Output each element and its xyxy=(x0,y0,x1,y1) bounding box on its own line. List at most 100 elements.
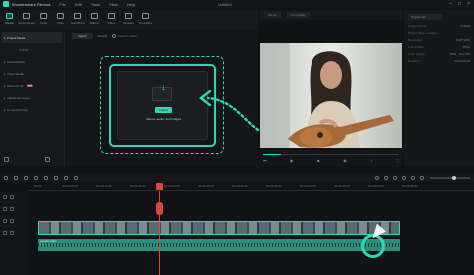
minimize-icon[interactable]: – xyxy=(449,1,452,7)
chevron-down-icon: ▾ xyxy=(4,35,6,40)
tab-project-info[interactable]: Project Info xyxy=(408,14,442,20)
color-icon[interactable] xyxy=(74,176,78,180)
chevron-right-icon: ▸ xyxy=(4,71,6,76)
ruler-tick: 00:00:20:00 xyxy=(164,184,180,188)
tab-transitions[interactable]: Transitions xyxy=(70,10,85,30)
record-voice-icon[interactable] xyxy=(393,176,397,180)
speaker-icon[interactable] xyxy=(10,231,14,235)
track-headers xyxy=(0,191,28,275)
menu-file[interactable]: File xyxy=(59,2,65,7)
menu-view[interactable]: View xyxy=(109,2,118,7)
tab-titles[interactable]: Titles xyxy=(53,10,68,30)
track-header-video xyxy=(0,203,28,215)
app-logo-icon xyxy=(3,1,9,7)
ruler-tick: 00:00:05:00 xyxy=(62,184,78,188)
sidebar-item-adjustment-layer[interactable]: ▸ Adjustment Layer xyxy=(2,92,62,103)
ruler-tick: 00:00:25:00 xyxy=(198,184,214,188)
prop-project-name: Project Name: Untitled xyxy=(408,24,470,28)
sidebar-item-compound-clip[interactable]: ▸ Compound Clip xyxy=(2,104,62,115)
ruler-tick: 00:00:15:00 xyxy=(130,184,146,188)
eye-icon[interactable] xyxy=(10,195,14,199)
menu-help[interactable]: Help xyxy=(127,2,135,7)
lock-icon[interactable] xyxy=(3,195,7,199)
fullscreen-icon[interactable]: ⛶ xyxy=(396,158,399,163)
render-icon[interactable] xyxy=(375,176,379,180)
import-button[interactable]: Import xyxy=(155,107,172,113)
sidebar-item-folder[interactable]: Folder xyxy=(2,44,62,55)
quality-dropdown[interactable]: Full Quality xyxy=(286,12,310,18)
prop-color-space: Color Space: SDR - Rec.709 xyxy=(408,52,470,56)
zoom-slider[interactable] xyxy=(430,176,470,180)
eye-icon[interactable] xyxy=(10,219,14,223)
playback-progress[interactable] xyxy=(263,154,399,155)
play-icon[interactable]: ▶ xyxy=(290,158,293,163)
prop-files-location: Project Files Location: xyxy=(408,31,438,35)
preview-frame-image xyxy=(260,43,402,148)
lock-icon[interactable] xyxy=(3,207,7,211)
marker-icon[interactable] xyxy=(384,176,388,180)
tab-templates[interactable]: Templates xyxy=(138,10,153,30)
eye-icon[interactable] xyxy=(10,207,14,211)
maximize-icon[interactable]: □ xyxy=(458,1,461,7)
zoom-out-icon[interactable] xyxy=(420,176,424,180)
ruler-tick: 00:00:30:00 xyxy=(232,184,248,188)
import-area[interactable]: ↓ Import Videos, audio, and images xyxy=(117,71,208,140)
tab-media[interactable]: Media xyxy=(2,10,17,30)
timeline-ruler[interactable]: 00:00 00:00:05:00 00:00:10:00 00:00:15:0… xyxy=(28,183,474,191)
media-toolbar: Media Stock Media Audio Titles Transitio… xyxy=(0,10,258,30)
audio-clip[interactable]: pexels-video xyxy=(38,239,400,251)
tab-stock-media[interactable]: Stock Media xyxy=(18,10,35,30)
lock-icon[interactable] xyxy=(3,231,7,235)
speed-icon[interactable] xyxy=(54,176,58,180)
tab-player[interactable]: Player xyxy=(264,12,281,18)
ruler-tick: 00:00:35:00 xyxy=(266,184,282,188)
window-title: Untitled xyxy=(218,2,232,7)
zoom-slider-handle[interactable] xyxy=(452,176,456,180)
previous-frame-icon[interactable]: ⏮ xyxy=(263,158,267,163)
new-badge: NEW xyxy=(26,84,34,87)
split-icon[interactable] xyxy=(34,176,38,180)
filter-dropdown[interactable]: Default xyxy=(98,34,108,38)
undo-icon[interactable] xyxy=(4,176,8,180)
tab-stickers[interactable]: Stickers xyxy=(121,10,136,30)
sidebar-item-cloud-media[interactable]: ▸ Cloud Media xyxy=(2,68,62,79)
sidebar-item-project-media[interactable]: ▾ Project Media xyxy=(2,32,62,43)
tab-audio[interactable]: Audio xyxy=(36,10,51,30)
project-info-panel: Project Info Project Name: Untitled Proje… xyxy=(404,10,474,166)
stock-media-icon xyxy=(23,13,30,19)
snap-icon[interactable] xyxy=(411,176,415,180)
redo-icon[interactable] xyxy=(14,176,18,180)
playhead-handle[interactable] xyxy=(156,183,163,190)
new-folder-icon[interactable] xyxy=(4,157,9,162)
search-input[interactable]: Search media xyxy=(112,33,137,38)
audio-waveform xyxy=(38,243,400,247)
tab-filters[interactable]: Filters xyxy=(104,10,119,30)
crop-icon[interactable] xyxy=(44,176,48,180)
volume-icon[interactable]: ♪ xyxy=(370,158,372,163)
close-icon[interactable]: × xyxy=(467,1,470,7)
video-clip[interactable] xyxy=(38,221,400,235)
timeline-tracks[interactable]: pexels-video xyxy=(28,183,474,275)
collapse-panel-icon[interactable] xyxy=(45,157,50,162)
text-icon[interactable] xyxy=(64,176,68,180)
lock-icon[interactable] xyxy=(3,219,7,223)
delete-icon[interactable] xyxy=(24,176,28,180)
sidebar-item-influence-kit[interactable]: ▸ Influence Kit NEW xyxy=(2,80,62,91)
sidebar-item-global-media[interactable]: ▸ Global Media xyxy=(2,56,62,67)
search-icon xyxy=(112,33,117,38)
import-dropdown[interactable]: Import xyxy=(72,32,93,39)
playhead-line[interactable] xyxy=(159,191,160,275)
track-header-audio xyxy=(0,227,28,239)
timeline-toolbar xyxy=(0,174,474,182)
media-sidebar: ▾ Project Media Folder ▸ Global Media ▸ Clo… xyxy=(0,31,65,166)
tab-effects[interactable]: Effects xyxy=(87,10,102,30)
chevron-right-icon: ▸ xyxy=(4,95,6,100)
ai-audio-icon[interactable] xyxy=(402,176,406,180)
snapshot-icon[interactable]: ◉ xyxy=(343,158,347,163)
ruler-tick: 00:00:50:00 xyxy=(368,184,384,188)
stop-icon[interactable]: ■ xyxy=(317,158,319,163)
ruler-tick: 00:00:10:00 xyxy=(96,184,112,188)
menu-edit[interactable]: Edit xyxy=(75,2,82,7)
menu-tools[interactable]: Tools xyxy=(91,2,100,7)
video-preview[interactable] xyxy=(260,43,402,148)
